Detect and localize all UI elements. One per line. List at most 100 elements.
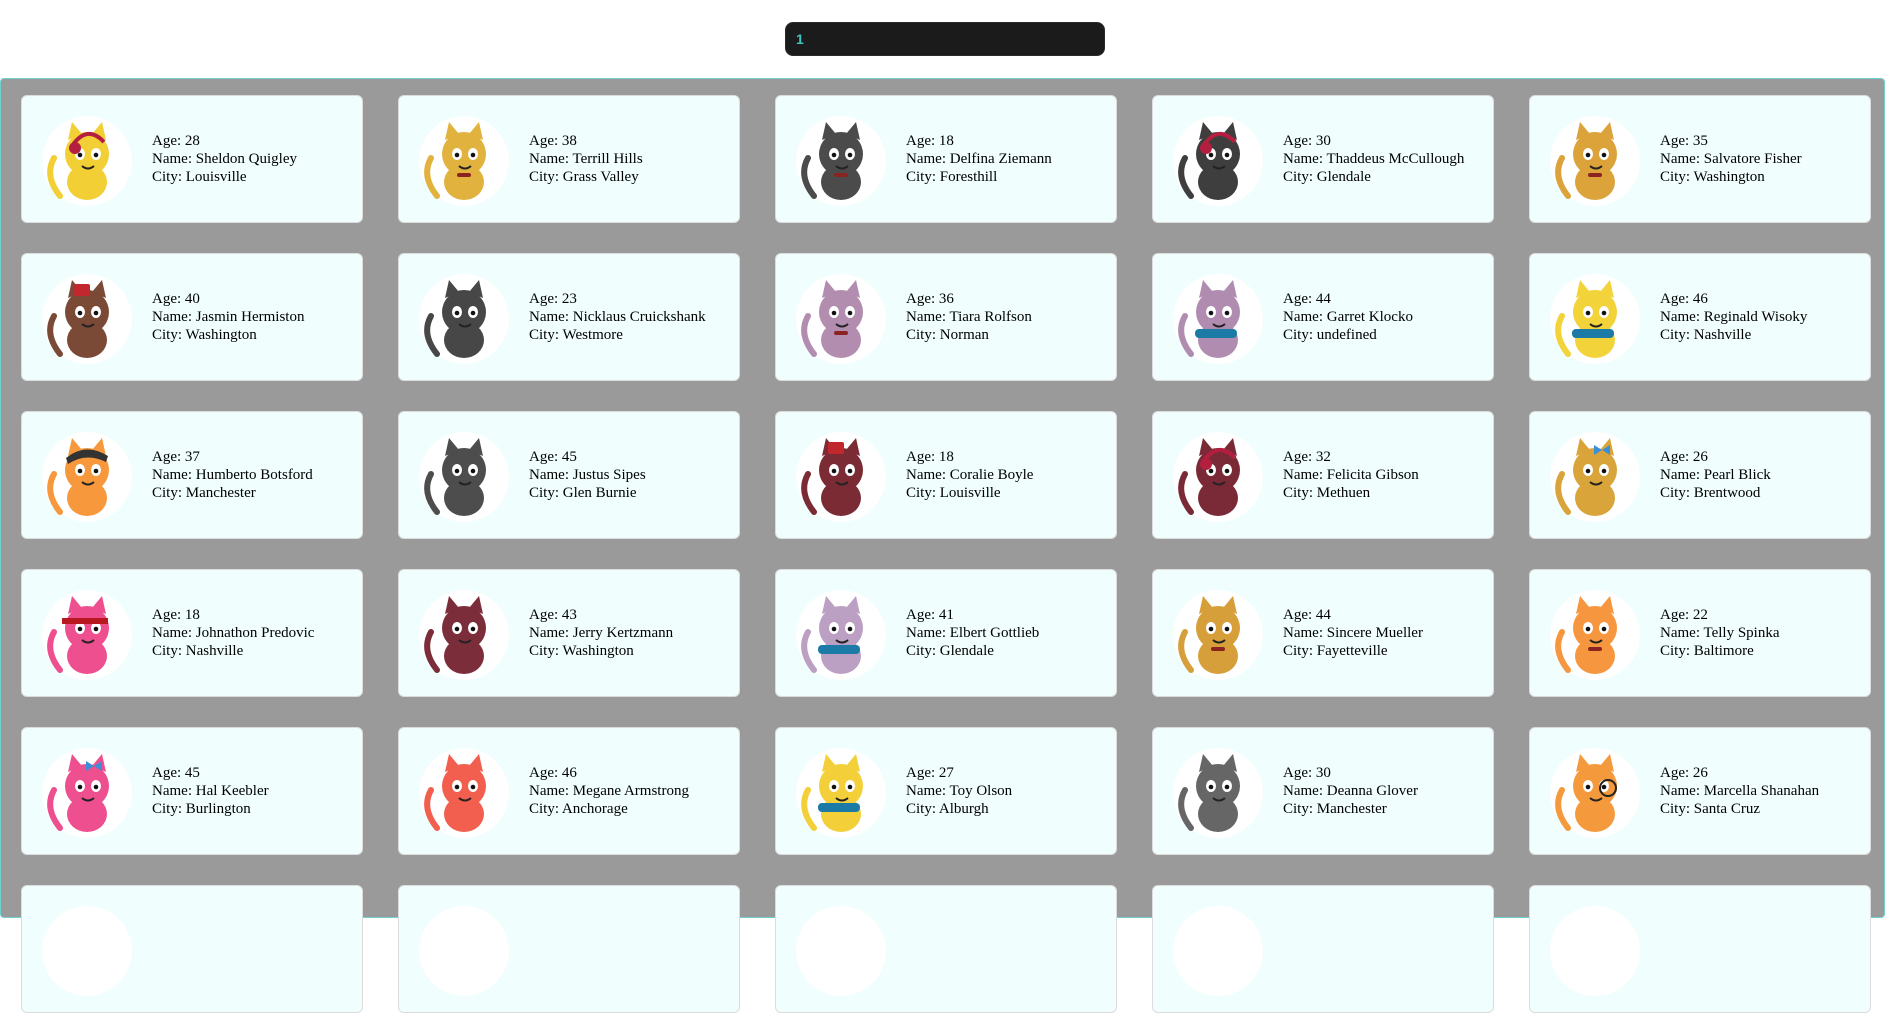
cat-card[interactable]: Age: 43 Name: Jerry Kertzmann City: Washin… xyxy=(398,569,740,697)
cat-age: Age: 23 xyxy=(529,291,577,307)
cat-avatar-icon xyxy=(1550,590,1640,680)
cat-age: Age: 18 xyxy=(906,449,954,465)
cat-avatar-icon xyxy=(796,432,886,522)
cat-name: Name: Felicita Gibson xyxy=(1283,467,1419,483)
cat-age: Age: 38 xyxy=(529,133,577,149)
cat-card[interactable]: Age: 28 Name: Sheldon Quigley City: Louisv… xyxy=(21,95,363,223)
cat-age: Age: 44 xyxy=(1283,607,1331,623)
cat-avatar-icon xyxy=(1173,432,1263,522)
cat-name: Name: Elbert Gottlieb xyxy=(906,625,1040,641)
cat-card[interactable]: Age: 45 Name: Justus Sipes City: Glen Burn… xyxy=(398,411,740,539)
cat-card[interactable]: Age: 18 Name: Coralie Boyle City: Louisvil… xyxy=(775,411,1117,539)
cat-info: Age: 22 Name: Telly Spinka City: Baltimore xyxy=(1660,570,1865,696)
cat-age: Age: 30 xyxy=(1283,133,1331,149)
cat-card[interactable]: Age: 44 Name: Garret Klocko City: undefine… xyxy=(1152,253,1494,381)
search-input[interactable] xyxy=(785,22,1105,56)
cat-avatar-icon xyxy=(1550,748,1640,838)
cat-name: Name: Delfina Ziemann xyxy=(906,151,1052,167)
cat-name: Name: Nicklaus Cruickshank xyxy=(529,309,706,325)
cat-info: Age: 45 Name: Justus Sipes City: Glen Burn… xyxy=(529,412,734,538)
cat-city: City: Brentwood xyxy=(1660,485,1761,501)
cat-city: City: Baltimore xyxy=(1660,643,1754,659)
cat-info: Age: 18 Name: Johnathon Predovic City: Nas… xyxy=(152,570,357,696)
cat-avatar-icon xyxy=(1550,432,1640,522)
cat-age: Age: 22 xyxy=(1660,607,1708,623)
cat-name: Name: Sincere Mueller xyxy=(1283,625,1423,641)
cat-card[interactable] xyxy=(1529,885,1871,1013)
cat-city: City: Glendale xyxy=(1283,169,1371,185)
cat-age: Age: 26 xyxy=(1660,765,1708,781)
cat-info xyxy=(152,886,357,1012)
cat-card[interactable]: Age: 30 Name: Thaddeus McCullough City: Gl… xyxy=(1152,95,1494,223)
cat-card[interactable]: Age: 18 Name: Johnathon Predovic City: Nas… xyxy=(21,569,363,697)
cat-city: City: Manchester xyxy=(152,485,256,501)
cat-avatar-icon xyxy=(42,590,132,680)
cat-card[interactable]: Age: 37 Name: Humberto Botsford City: Manc… xyxy=(21,411,363,539)
cat-avatar-icon xyxy=(42,274,132,364)
cat-card[interactable] xyxy=(775,885,1117,1013)
cat-card[interactable]: Age: 38 Name: Terrill Hills City: Grass Va… xyxy=(398,95,740,223)
cat-card[interactable]: Age: 35 Name: Salvatore Fisher City: Washi… xyxy=(1529,95,1871,223)
cat-avatar-icon xyxy=(796,748,886,838)
cat-city: City: Grass Valley xyxy=(529,169,639,185)
cat-age: Age: 36 xyxy=(906,291,954,307)
cat-name: Name: Telly Spinka xyxy=(1660,625,1780,641)
cat-age: Age: 46 xyxy=(1660,291,1708,307)
cat-city: City: Foresthill xyxy=(906,169,998,185)
cat-card[interactable]: Age: 30 Name: Deanna Glover City: Manchest… xyxy=(1152,727,1494,855)
cat-age: Age: 41 xyxy=(906,607,954,623)
cat-avatar-icon xyxy=(1550,274,1640,364)
cat-name: Name: Deanna Glover xyxy=(1283,783,1418,799)
cat-name: Name: Justus Sipes xyxy=(529,467,646,483)
cat-card[interactable]: Age: 44 Name: Sincere Mueller City: Fayett… xyxy=(1152,569,1494,697)
cat-info: Age: 36 Name: Tiara Rolfson City: Norman xyxy=(906,254,1111,380)
cat-name: Name: Salvatore Fisher xyxy=(1660,151,1802,167)
cat-card[interactable]: Age: 27 Name: Toy Olson City: Alburgh xyxy=(775,727,1117,855)
cat-name: Name: Reginald Wisoky xyxy=(1660,309,1808,325)
cat-card[interactable]: Age: 45 Name: Hal Keebler City: Burlington xyxy=(21,727,363,855)
cat-info: Age: 23 Name: Nicklaus Cruickshank City: W… xyxy=(529,254,734,380)
cat-city: City: Louisville xyxy=(152,169,247,185)
cat-age: Age: 45 xyxy=(529,449,577,465)
cat-name: Name: Thaddeus McCullough xyxy=(1283,151,1465,167)
cat-card[interactable]: Age: 41 Name: Elbert Gottlieb City: Glenda… xyxy=(775,569,1117,697)
cat-card[interactable] xyxy=(21,885,363,1013)
cat-avatar-icon xyxy=(1173,906,1263,996)
cat-card[interactable]: Age: 36 Name: Tiara Rolfson City: Norman xyxy=(775,253,1117,381)
cat-age: Age: 40 xyxy=(152,291,200,307)
cat-city: City: Methuen xyxy=(1283,485,1371,501)
cat-age: Age: 26 xyxy=(1660,449,1708,465)
cat-name: Name: Humberto Botsford xyxy=(152,467,313,483)
cat-card[interactable]: Age: 22 Name: Telly Spinka City: Baltimore xyxy=(1529,569,1871,697)
cat-info xyxy=(1660,886,1865,1012)
cat-city: City: Nashville xyxy=(152,643,244,659)
cat-name: Name: Marcella Shanahan xyxy=(1660,783,1820,799)
cat-card[interactable]: Age: 46 Name: Megane Armstrong City: Ancho… xyxy=(398,727,740,855)
cat-card[interactable]: Age: 26 Name: Pearl Blick City: Brentwood xyxy=(1529,411,1871,539)
cat-avatar-icon xyxy=(419,748,509,838)
cat-info: Age: 46 Name: Reginald Wisoky City: Nashvi… xyxy=(1660,254,1865,380)
cat-avatar-icon xyxy=(419,906,509,996)
cat-card-grid: Age: 28 Name: Sheldon Quigley City: Louisv… xyxy=(0,78,1885,1013)
cat-city: City: Glen Burnie xyxy=(529,485,637,501)
cat-card[interactable]: Age: 40 Name: Jasmin Hermiston City: Washi… xyxy=(21,253,363,381)
cat-card[interactable]: Age: 32 Name: Felicita Gibson City: Methue… xyxy=(1152,411,1494,539)
cat-card[interactable]: Age: 46 Name: Reginald Wisoky City: Nashvi… xyxy=(1529,253,1871,381)
cat-city: City: Anchorage xyxy=(529,801,628,817)
cat-city: City: Glendale xyxy=(906,643,994,659)
cat-avatar-icon xyxy=(796,590,886,680)
cat-card[interactable]: Age: 18 Name: Delfina Ziemann City: Forest… xyxy=(775,95,1117,223)
cat-card[interactable] xyxy=(398,885,740,1013)
cat-info: Age: 43 Name: Jerry Kertzmann City: Washin… xyxy=(529,570,734,696)
cat-avatar-icon xyxy=(1173,116,1263,206)
cat-age: Age: 43 xyxy=(529,607,577,623)
cat-info xyxy=(906,886,1111,1012)
cat-card[interactable]: Age: 26 Name: Marcella Shanahan City: Sant… xyxy=(1529,727,1871,855)
cat-city: City: Norman xyxy=(906,327,989,343)
cat-card[interactable]: Age: 23 Name: Nicklaus Cruickshank City: W… xyxy=(398,253,740,381)
cat-avatar-icon xyxy=(1173,590,1263,680)
cat-info: Age: 44 Name: Sincere Mueller City: Fayett… xyxy=(1283,570,1488,696)
cat-card[interactable] xyxy=(1152,885,1494,1013)
cat-city: City: Washington xyxy=(152,327,257,343)
cat-age: Age: 28 xyxy=(152,133,200,149)
